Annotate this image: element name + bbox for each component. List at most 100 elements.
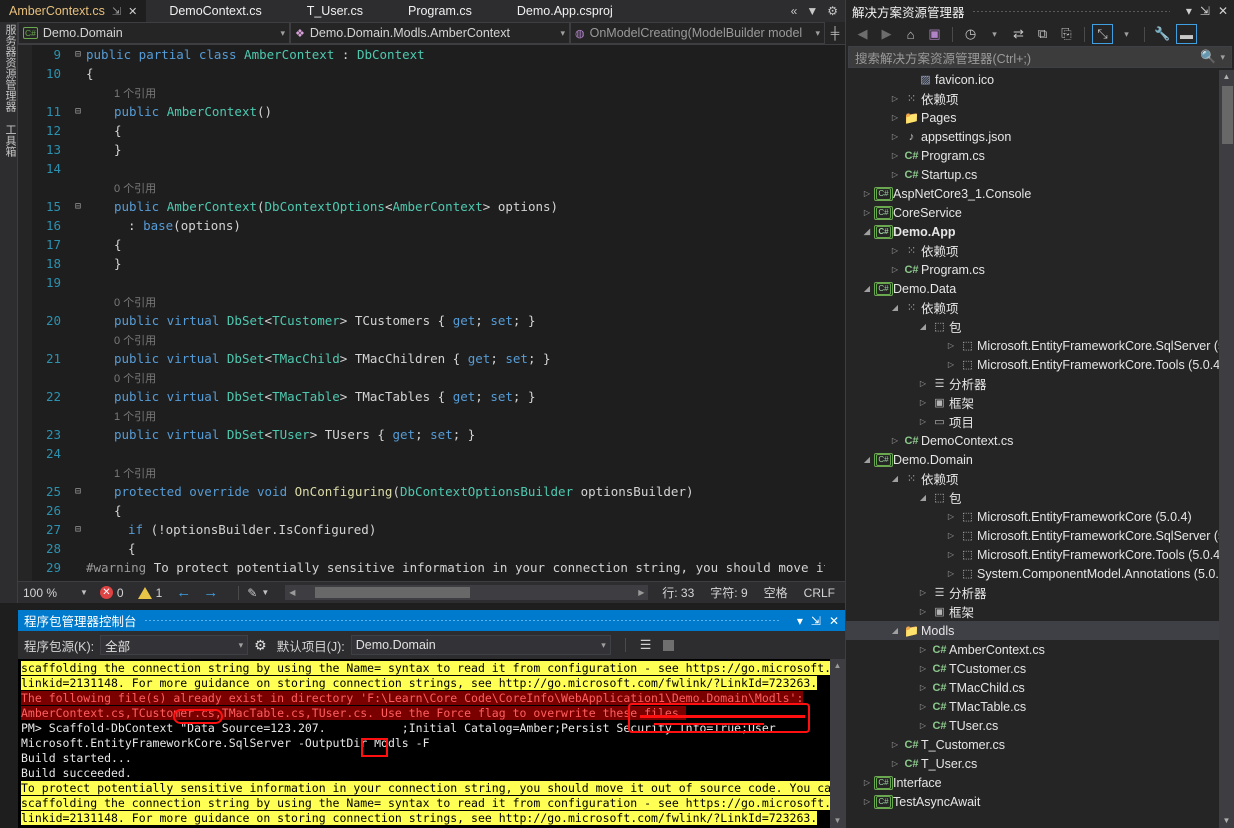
tree-item[interactable]: ▷ ⁙ 依赖项: [846, 241, 1219, 260]
chevron-down-icon[interactable]: ▾: [1186, 4, 1192, 18]
pin-icon[interactable]: ⇲: [112, 5, 121, 18]
pin-icon[interactable]: ⇲: [1200, 4, 1210, 18]
expand-collapse-icon-collapsed[interactable]: ▷: [916, 664, 930, 673]
scroll-up-icon[interactable]: ▲: [830, 659, 845, 673]
gear-icon[interactable]: ⚙: [254, 637, 267, 654]
expand-collapse-icon-collapsed[interactable]: ▷: [888, 436, 902, 445]
expand-collapse-icon-collapsed[interactable]: ▷: [916, 588, 930, 597]
expand-collapse-icon-collapsed[interactable]: ▷: [860, 189, 874, 198]
editor-horizontal-scrollbar[interactable]: ◀ ▶: [285, 585, 649, 600]
scroll-right-icon[interactable]: ▶: [634, 588, 648, 597]
chevron-down-icon[interactable]: ▾: [797, 614, 803, 628]
codelens-label[interactable]: 0 个引用: [86, 180, 825, 196]
show-all-files-icon[interactable]: ⎘: [1056, 24, 1077, 44]
codelens-label[interactable]: 1 个引用: [86, 465, 825, 481]
scroll-down-icon[interactable]: ▼: [1219, 814, 1234, 828]
expand-collapse-icon-expanded[interactable]: ◢: [888, 626, 902, 635]
tree-item[interactable]: ▷ C# AspNetCore3_1.Console: [846, 184, 1219, 203]
pending-changes-icon[interactable]: ◷: [960, 24, 981, 44]
chevron-down-icon[interactable]: ▾: [552, 28, 565, 39]
refresh-icon[interactable]: ⇄: [1008, 24, 1029, 44]
codelens-label[interactable]: 1 个引用: [86, 85, 825, 101]
expand-collapse-icon-expanded[interactable]: ◢: [860, 455, 874, 464]
preview-icon[interactable]: ▬: [1176, 24, 1197, 44]
tree-item[interactable]: ◢ 📁 Modls: [846, 621, 1219, 640]
tree-item[interactable]: ▷ ▣ 框架: [846, 602, 1219, 621]
chevron-down-icon[interactable]: ▾: [807, 28, 820, 39]
error-count[interactable]: ✕ 0: [99, 586, 124, 600]
expand-collapse-icon-expanded[interactable]: ◢: [916, 493, 930, 502]
tree-item[interactable]: ▷ C# Program.cs: [846, 146, 1219, 165]
tree-item[interactable]: ▷ ⬚ Microsoft.EntityFrameworkCore.SqlServe…: [846, 336, 1219, 355]
tree-item[interactable]: ◢ ⬚ 包: [846, 317, 1219, 336]
chevron-down-icon[interactable]: ▼: [80, 588, 88, 597]
expand-collapse-icon-collapsed[interactable]: ▷: [860, 208, 874, 217]
tree-item[interactable]: ▷ C# T_Customer.cs: [846, 735, 1219, 754]
hscrollbar-thumb[interactable]: [315, 587, 471, 598]
tab-program-cs[interactable]: Program.cs: [386, 0, 495, 22]
properties-icon[interactable]: 🔧: [1152, 24, 1173, 44]
tree-item[interactable]: ▷ ☰ 分析器: [846, 583, 1219, 602]
view-code-icon[interactable]: ⤡: [1092, 24, 1113, 44]
expand-collapse-icon-collapsed[interactable]: ▷: [860, 797, 874, 806]
fold-toggle[interactable]: ⊟: [70, 201, 86, 212]
codelens-label[interactable]: 0 个引用: [86, 332, 825, 348]
tree-item[interactable]: ▷ ▣ 框架: [846, 393, 1219, 412]
pin-icon[interactable]: ⇲: [811, 614, 821, 628]
tree-item[interactable]: ◢ ⁙ 依赖项: [846, 469, 1219, 488]
solution-tree[interactable]: ▨ favicon.ico ▷ ⁙ 依赖项 ▷ 📁 Pages ▷ ♪ appsettings.js…: [846, 70, 1219, 828]
solution-explorer-vertical-scrollbar[interactable]: ▲ ▼: [1219, 70, 1234, 828]
tree-item[interactable]: ◢ ⁙ 依赖项: [846, 298, 1219, 317]
tree-item[interactable]: ▷ ♪ appsettings.json: [846, 127, 1219, 146]
search-solution-explorer-input[interactable]: 搜索解决方案资源管理器(Ctrl+;) 🔍 ▾: [848, 46, 1232, 68]
navigate-backward-icon[interactable]: ←: [176, 584, 191, 601]
tree-item[interactable]: ▷ ⬚ System.ComponentModel.Annotations (5.0…: [846, 564, 1219, 583]
tree-item[interactable]: ▷ C# DemoContext.cs: [846, 431, 1219, 450]
navbar-member-select[interactable]: ◍ OnModelCreating(ModelBuilder model ▾: [570, 22, 825, 44]
expand-collapse-icon-collapsed[interactable]: ▷: [888, 113, 902, 122]
search-icon[interactable]: 🔍: [1200, 49, 1216, 65]
expand-collapse-icon-collapsed[interactable]: ▷: [916, 417, 930, 426]
gear-icon[interactable]: ⚙: [827, 4, 838, 18]
close-icon[interactable]: ✕: [829, 614, 839, 628]
scroll-up-icon[interactable]: ▲: [1219, 70, 1234, 84]
console-output[interactable]: scaffolding the connection string by usi…: [18, 659, 845, 828]
tree-item[interactable]: ◢ C# Demo.App: [846, 222, 1219, 241]
rail-tab-toolbox[interactable]: 工具箱: [0, 118, 20, 163]
expand-collapse-icon-collapsed[interactable]: ▷: [916, 398, 930, 407]
tree-item[interactable]: ▷ C# TUser.cs: [846, 716, 1219, 735]
tree-item[interactable]: ◢ C# Demo.Domain: [846, 450, 1219, 469]
expand-collapse-icon-expanded[interactable]: ◢: [888, 303, 902, 312]
expand-collapse-icon-expanded[interactable]: ◢: [888, 474, 902, 483]
tree-item[interactable]: ▷ ⬚ Microsoft.EntityFrameworkCore.SqlServe…: [846, 526, 1219, 545]
tab-t-user-cs[interactable]: T_User.cs: [285, 0, 386, 22]
expand-collapse-icon-collapsed[interactable]: ▷: [888, 265, 902, 274]
codelens-label[interactable]: 1 个引用: [86, 408, 825, 424]
expand-collapse-icon-collapsed[interactable]: ▷: [888, 170, 902, 179]
codelens-label[interactable]: 0 个引用: [86, 294, 825, 310]
warning-count[interactable]: 1: [137, 586, 162, 600]
expand-collapse-icon-collapsed[interactable]: ▷: [916, 721, 930, 730]
chevron-down-icon[interactable]: ▼: [261, 588, 269, 597]
tree-item[interactable]: ▷ C# T_User.cs: [846, 754, 1219, 773]
default-project-select[interactable]: Demo.Domain ▾: [350, 635, 611, 655]
tree-item[interactable]: ◢ C# Demo.Data: [846, 279, 1219, 298]
collapse-all-icon[interactable]: ⧉: [1032, 24, 1053, 44]
expand-collapse-icon-expanded[interactable]: ◢: [916, 322, 930, 331]
package-source-select[interactable]: 全部 ▾: [100, 635, 249, 655]
tree-item[interactable]: ▷ ⬚ Microsoft.EntityFrameworkCore.Tools (5…: [846, 545, 1219, 564]
chevron-down-icon[interactable]: ▾: [593, 640, 606, 651]
tree-item[interactable]: ▷ C# TestAsyncAwait: [846, 792, 1219, 811]
zoom-level[interactable]: 100 %: [18, 586, 80, 600]
tree-item[interactable]: ◢ ⬚ 包: [846, 488, 1219, 507]
pen-icon[interactable]: ✎: [247, 586, 257, 600]
close-icon[interactable]: ✕: [128, 5, 137, 18]
tree-item[interactable]: ▷ C# Program.cs: [846, 260, 1219, 279]
home-icon[interactable]: ⌂: [900, 24, 921, 44]
stop-icon[interactable]: [663, 639, 675, 651]
scroll-down-icon[interactable]: ▼: [830, 814, 845, 828]
tree-item[interactable]: ▷ C# AmberContext.cs: [846, 640, 1219, 659]
navbar-type-select[interactable]: ❖ Demo.Domain.Modls.AmberContext ▾: [290, 22, 570, 44]
chevron-down-icon[interactable]: ▾: [1116, 24, 1137, 44]
tree-item[interactable]: ▷ C# Startup.cs: [846, 165, 1219, 184]
